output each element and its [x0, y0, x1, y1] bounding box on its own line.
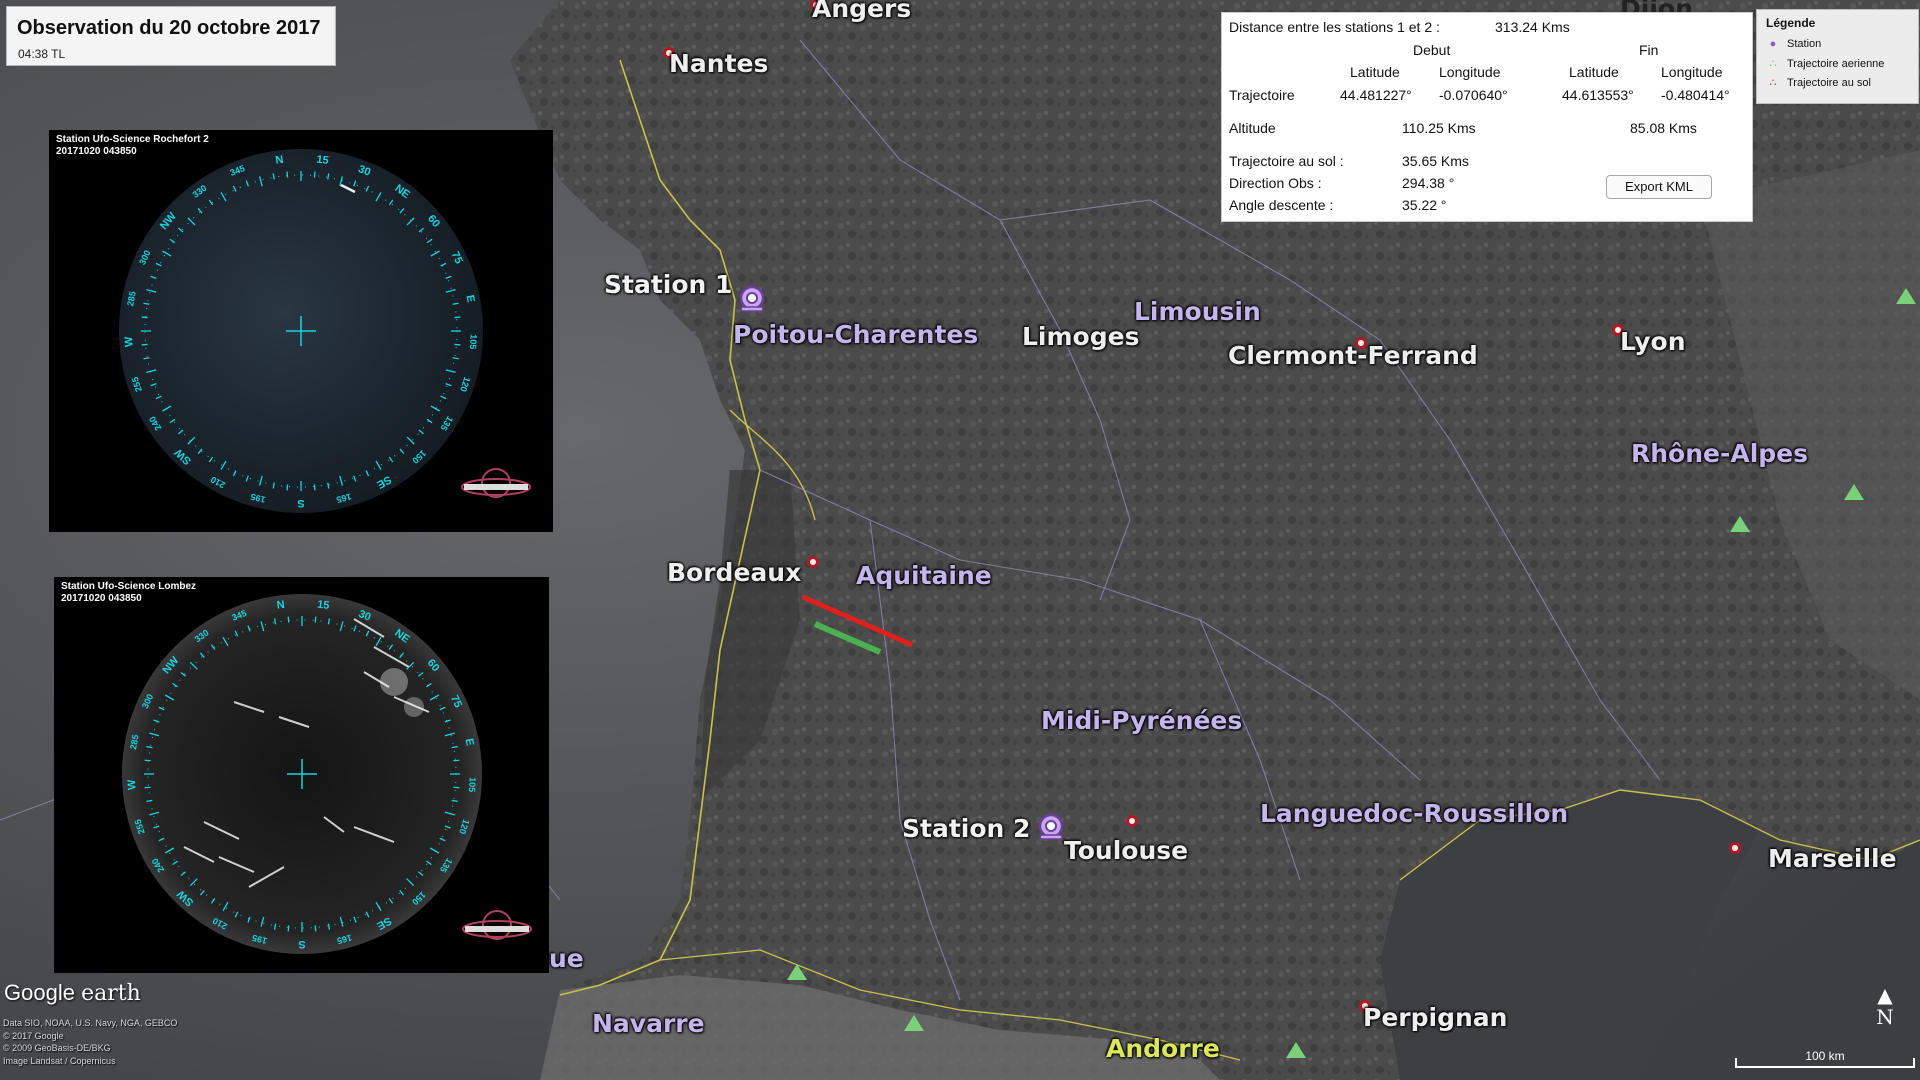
compass-label: 15	[316, 154, 330, 167]
export-kml-button[interactable]: Export KML	[1606, 175, 1712, 199]
ground-trajectory-label: Trajectoire au sol :	[1229, 153, 1344, 169]
legend-item-air-track: ∴ Trajectoire aerienne	[1767, 57, 1885, 70]
angle-value: 35.22 °	[1402, 197, 1447, 213]
station-1-icon[interactable]	[737, 285, 767, 315]
place-station-1[interactable]: Station 1	[604, 270, 732, 299]
compass-label: N	[276, 599, 285, 612]
place-navarre[interactable]: Navarre	[592, 1009, 705, 1038]
start-longitude: -0.070640°	[1439, 87, 1508, 103]
end-longitude: -0.480414°	[1661, 87, 1730, 103]
google-earth-logo: Google earth	[4, 980, 141, 1006]
latitude-header-end: Latitude	[1569, 64, 1619, 80]
fin-header: Fin	[1639, 42, 1659, 58]
compass-label: 15	[316, 599, 330, 612]
imagery-credits: Data SIO, NOAA, U.S. Navy, NGA, GEBCO © …	[3, 1018, 178, 1066]
compass-label: 105	[467, 777, 478, 793]
ground-trajectory-value: 35.65 Kms	[1402, 153, 1469, 169]
debut-header: Debut	[1413, 42, 1451, 58]
legend-item-station: ● Station	[1767, 38, 1822, 50]
latitude-header-start: Latitude	[1350, 64, 1400, 80]
place-andorre[interactable]: Andorre	[1106, 1034, 1220, 1063]
start-latitude: 44.481227°	[1340, 87, 1412, 103]
peak-icon[interactable]	[1896, 288, 1916, 304]
camera-view-lombez: Station Ufo-Science Lombez 20171020 0438…	[54, 577, 549, 973]
place-aquitaine[interactable]: Aquitaine	[856, 561, 992, 590]
place-station-2[interactable]: Station 2	[902, 814, 1030, 843]
compass-label: W	[126, 779, 139, 791]
observation-title-box: Observation du 20 octobre 2017 04:38 TL	[6, 6, 336, 66]
place-marseille[interactable]: Marseille	[1768, 844, 1897, 873]
place-bordeaux[interactable]: Bordeaux	[667, 558, 801, 587]
place-nantes[interactable]: Nantes	[669, 49, 768, 78]
camera-view-rochefort: Station Ufo-Science Rochefort 2 20171020…	[49, 130, 553, 532]
allsky-image: S 165SE150135120105E7560NE3015N345330NW30…	[119, 149, 531, 513]
station-2-icon[interactable]	[1036, 813, 1066, 843]
city-marker-toulouse[interactable]	[1126, 815, 1138, 827]
longitude-header-start: Longitude	[1439, 64, 1501, 80]
place-limousin[interactable]: Limousin	[1134, 297, 1261, 326]
peak-icon[interactable]	[904, 1015, 924, 1031]
legend-title: Légende	[1766, 16, 1816, 30]
place-perpignan[interactable]: Perpignan	[1363, 1003, 1507, 1032]
trajectory-info-panel: Distance entre les stations 1 et 2 : 313…	[1221, 12, 1753, 222]
compass-label: N	[275, 154, 284, 167]
ground-track-legend-icon: ∴	[1769, 77, 1777, 89]
altitude-start: 110.25 Kms	[1402, 120, 1476, 136]
longitude-header-end: Longitude	[1661, 64, 1723, 80]
altitude-label: Altitude	[1229, 120, 1276, 136]
north-arrow-icon: ▲	[1877, 983, 1893, 1007]
air-track-legend-icon: ∴	[1769, 58, 1777, 70]
compass-label: S	[297, 497, 304, 509]
place-rhone-alpes[interactable]: Rhône-Alpes	[1631, 439, 1808, 468]
place-toulouse[interactable]: Toulouse	[1064, 836, 1188, 865]
station-legend-icon: ●	[1769, 38, 1777, 50]
compass-label: S	[298, 938, 305, 950]
trajectoire-label: Trajectoire	[1229, 87, 1295, 103]
peak-icon[interactable]	[1844, 484, 1864, 500]
angle-label: Angle descente :	[1229, 197, 1334, 213]
allsky-image: S 165SE150135120105E7560NE3015N345330NW30…	[122, 594, 532, 954]
direction-value: 294.38 °	[1402, 175, 1455, 191]
scale-label: 100 km	[1805, 1049, 1845, 1063]
direction-label: Direction Obs :	[1229, 175, 1322, 191]
legend-panel: Légende ● Station ∴ Trajectoire aerienne ∴…	[1756, 9, 1919, 104]
compass-label: 105	[468, 334, 479, 350]
peak-icon[interactable]	[787, 964, 807, 980]
observation-time: 04:38 TL	[18, 47, 66, 61]
place-partial-label[interactable]: ue	[549, 944, 584, 973]
compass-label: W	[123, 336, 136, 348]
distance-label: Distance entre les stations 1 et 2 :	[1229, 19, 1440, 35]
altitude-end: 85.08 Kms	[1630, 120, 1697, 136]
place-clermont-ferrand[interactable]: Clermont-Ferrand	[1228, 341, 1478, 370]
ufo-science-logo	[462, 910, 532, 940]
place-limoges[interactable]: Limoges	[1022, 322, 1139, 351]
observation-title: Observation du 20 octobre 2017	[17, 17, 321, 39]
city-marker-marseille[interactable]	[1729, 842, 1741, 854]
place-lyon[interactable]: Lyon	[1620, 327, 1686, 356]
place-angers[interactable]: Angers	[812, 0, 911, 23]
ufo-science-logo	[461, 468, 531, 498]
end-latitude: 44.613553°	[1562, 87, 1634, 103]
distance-value: 313.24 Kms	[1495, 19, 1570, 35]
place-midi-pyrenees[interactable]: Midi-Pyrénées	[1041, 706, 1242, 735]
place-languedoc-roussillon[interactable]: Languedoc-Roussillon	[1260, 799, 1568, 828]
peak-icon[interactable]	[1730, 516, 1750, 532]
legend-item-ground-track: ∴ Trajectoire au sol	[1767, 76, 1871, 89]
peak-icon[interactable]	[1286, 1042, 1306, 1058]
place-poitou-charentes[interactable]: Poitou-Charentes	[733, 320, 978, 349]
north-arrow[interactable]: ▲ N	[1872, 985, 1898, 1029]
north-label: N	[1876, 1005, 1894, 1029]
city-marker-bordeaux[interactable]	[807, 556, 819, 568]
scale-bar: 100 km	[1735, 1049, 1915, 1070]
